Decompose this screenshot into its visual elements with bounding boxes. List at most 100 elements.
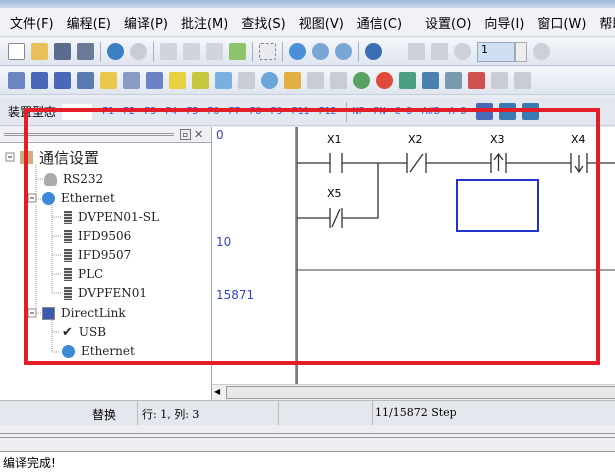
- table-icon[interactable]: [146, 72, 163, 89]
- zoom-in-icon[interactable]: [312, 43, 329, 60]
- contact-label: X1: [327, 133, 342, 146]
- connect-icon[interactable]: [445, 72, 462, 89]
- instruction-mode-icon[interactable]: [31, 72, 48, 89]
- save-icon[interactable]: [54, 43, 71, 60]
- menu-settings[interactable]: 设置(O): [425, 13, 471, 32]
- tree-item-rs232[interactable]: RS232: [44, 170, 103, 188]
- eraser-icon[interactable]: [229, 43, 246, 60]
- fkey-f2[interactable]: F2: [123, 106, 135, 117]
- ladder-editor[interactable]: X1 X2 X3 X4 X5: [296, 127, 615, 384]
- menu-comment[interactable]: 批注(M): [181, 13, 228, 32]
- fkey-f5[interactable]: F5: [186, 106, 198, 117]
- menu-wizard[interactable]: 向导(I): [484, 13, 524, 32]
- key-pn[interactable]: PN: [374, 106, 386, 117]
- tree-item-ifd9507[interactable]: IFD9507: [64, 246, 131, 264]
- paste-icon[interactable]: [206, 43, 223, 60]
- status-icon[interactable]: [454, 43, 471, 60]
- list-icon[interactable]: [169, 72, 186, 89]
- fkey-f7[interactable]: F7: [228, 106, 240, 117]
- tree-item-plc[interactable]: PLC: [64, 265, 103, 283]
- tree-label: Ethernet: [61, 191, 115, 205]
- pin-icon[interactable]: [261, 72, 278, 89]
- disabled-icon[interactable]: [307, 72, 324, 89]
- scroll-left-icon[interactable]: ◀: [214, 387, 220, 396]
- fkey-f4[interactable]: F4: [165, 106, 177, 117]
- undo-icon[interactable]: [107, 43, 124, 60]
- fkey-f12[interactable]: F12: [319, 106, 337, 117]
- stop-plc-icon[interactable]: [376, 72, 393, 89]
- device-type-input[interactable]: [62, 103, 93, 120]
- ladder-mode-icon[interactable]: [8, 72, 25, 89]
- disabled-icon[interactable]: [514, 72, 531, 89]
- tree-item-ethernet[interactable]: Ethernet: [42, 189, 115, 207]
- tree-item-dvpfen01[interactable]: DVPFEN01: [64, 284, 147, 302]
- row-number: 0: [216, 128, 224, 142]
- contact-label: X2: [408, 133, 423, 146]
- horizontal-scrollbar[interactable]: ◀: [212, 384, 615, 400]
- step-spinner[interactable]: [515, 41, 527, 62]
- tree-item-dvpen01-sl[interactable]: DVPEN01-SL: [64, 208, 159, 226]
- key-np[interactable]: NP: [353, 106, 365, 117]
- check-icon: ✔: [62, 324, 73, 340]
- upload-icon[interactable]: [399, 72, 416, 89]
- disabled-icon[interactable]: [238, 72, 255, 89]
- run-icon[interactable]: [353, 72, 370, 89]
- fkey-f1[interactable]: F1: [102, 106, 114, 117]
- menu-search[interactable]: 查找(S): [241, 13, 285, 32]
- redo-icon[interactable]: [130, 43, 147, 60]
- output-splitter[interactable]: [0, 425, 615, 450]
- bar-icon[interactable]: [475, 103, 493, 120]
- download-icon[interactable]: [422, 72, 439, 89]
- zoom-out-icon[interactable]: [335, 43, 352, 60]
- menu-communication[interactable]: 通信(C): [357, 13, 402, 32]
- register-icon[interactable]: [123, 72, 140, 89]
- fkey-f9[interactable]: F9: [270, 106, 282, 117]
- tree-item-directlink[interactable]: DirectLink: [42, 304, 126, 322]
- fkey-f6[interactable]: F6: [207, 106, 219, 117]
- copy-icon[interactable]: [183, 43, 200, 60]
- menu-file[interactable]: 文件(F): [10, 13, 54, 32]
- fkey-f11[interactable]: F11: [291, 106, 309, 117]
- search-icon[interactable]: [289, 43, 306, 60]
- menu-window[interactable]: 窗口(W): [537, 13, 586, 32]
- tree-item-directlink-ethernet[interactable]: Ethernet: [62, 342, 135, 360]
- stop-icon[interactable]: [533, 43, 550, 60]
- menu-view[interactable]: 视图(V): [299, 13, 344, 32]
- fkey-f3[interactable]: F3: [144, 106, 156, 117]
- contact-x3: [490, 152, 507, 173]
- new-file-icon[interactable]: [8, 43, 25, 60]
- hand-icon[interactable]: [215, 72, 232, 89]
- key-a-d[interactable]: A-D: [449, 106, 467, 117]
- tree-item-usb[interactable]: ✔ USB: [62, 323, 106, 341]
- monitor-icon[interactable]: [431, 43, 448, 60]
- code-icon[interactable]: [468, 72, 485, 89]
- print-icon[interactable]: [77, 43, 94, 60]
- disabled-icon[interactable]: [491, 72, 508, 89]
- menu-help[interactable]: 帮助: [599, 13, 615, 32]
- key-a-b[interactable]: A#B: [422, 106, 440, 117]
- fkey-f8[interactable]: F8: [249, 106, 261, 117]
- graph-icon[interactable]: [521, 103, 539, 120]
- menu-edit[interactable]: 编程(E): [67, 13, 111, 32]
- cut-icon[interactable]: [160, 43, 177, 60]
- disabled-icon[interactable]: [330, 72, 347, 89]
- edit-note-icon[interactable]: [100, 72, 117, 89]
- sfc-mode-icon[interactable]: [54, 72, 71, 89]
- standard-toolbar: 1: [0, 38, 615, 66]
- jump-icon[interactable]: [259, 43, 276, 60]
- step-input[interactable]: 1: [477, 41, 515, 62]
- help-icon[interactable]: [365, 43, 382, 60]
- tree-item-ifd9506[interactable]: IFD9506: [64, 227, 131, 245]
- step-count: 11/15872 Step: [375, 406, 457, 419]
- network-icon[interactable]: [498, 103, 516, 120]
- pen-icon[interactable]: [192, 72, 209, 89]
- contact-x2: [406, 153, 427, 173]
- key-c-d[interactable]: C-D: [395, 106, 413, 117]
- online-icon[interactable]: [408, 43, 425, 60]
- program-icon[interactable]: [284, 72, 301, 89]
- open-file-icon[interactable]: [31, 43, 48, 60]
- device-icon[interactable]: [77, 72, 94, 89]
- scroll-thumb[interactable]: [226, 386, 615, 399]
- tree-root[interactable]: 通信设置: [20, 148, 99, 167]
- menu-compile[interactable]: 编译(P): [124, 13, 168, 32]
